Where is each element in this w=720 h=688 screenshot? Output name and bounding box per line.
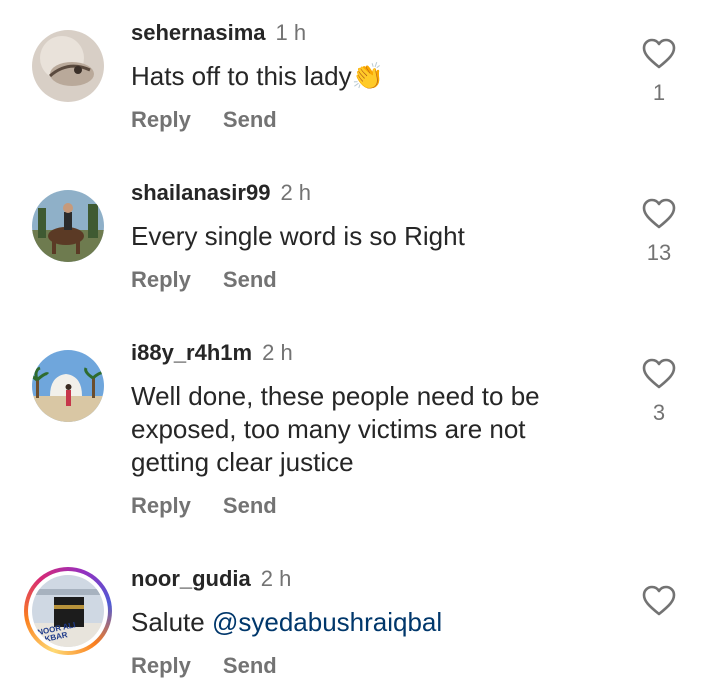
like-count: 1: [652, 80, 666, 105]
heart-icon[interactable]: [642, 198, 676, 230]
send-button[interactable]: Send: [223, 493, 277, 518]
comment-actions: Reply Send: [131, 653, 277, 679]
avatar[interactable]: [32, 190, 104, 262]
avatar-image: [32, 350, 104, 422]
send-button[interactable]: Send: [223, 107, 277, 132]
comment-actions: Reply Send: [131, 267, 277, 293]
avatar: NOOR ALI AKBAR: [32, 575, 104, 647]
comment-actions: Reply Send: [131, 107, 277, 133]
heart-icon[interactable]: [642, 585, 676, 617]
comment-username[interactable]: i88y_r4h1m: [131, 340, 252, 365]
comment-time: 1 h: [275, 20, 307, 45]
comment-text-line: Well done, these people need to be: [131, 381, 540, 411]
comment-meta: noor_gudia 2 h: [131, 566, 291, 592]
heart-icon[interactable]: [642, 38, 676, 70]
like-count: 13: [646, 240, 672, 265]
comment-text-line: exposed, too many victims are not: [131, 414, 526, 444]
heart-icon[interactable]: [642, 358, 676, 390]
comment-username[interactable]: noor_gudia: [131, 566, 251, 591]
like-count: 3: [652, 400, 666, 425]
avatar-image: [32, 30, 104, 102]
avatar[interactable]: [32, 30, 104, 102]
avatar[interactable]: [32, 350, 104, 422]
comment-text: Salute @syedabushraiqbal: [131, 606, 601, 639]
reply-button[interactable]: Reply: [131, 653, 191, 678]
comment-meta: shailanasir99 2 h: [131, 180, 311, 206]
comment-text-line: getting clear justice: [131, 447, 354, 477]
comment-meta: i88y_r4h1m 2 h: [131, 340, 293, 366]
comment-text: Every single word is so Right: [131, 221, 465, 251]
comment-username[interactable]: shailanasir99: [131, 180, 270, 205]
comment-text-body: Hats off to this lady: [131, 61, 352, 91]
comment-text: Well done, these people need to be expos…: [131, 380, 601, 479]
clapping-hands-emoji: 👏: [351, 61, 385, 91]
comment-text: Hats off to this lady👏: [131, 60, 601, 93]
send-button[interactable]: Send: [223, 267, 277, 292]
comment-meta: sehernasima 1 h: [131, 20, 306, 46]
avatar-image: [32, 190, 104, 262]
reply-button[interactable]: Reply: [131, 107, 191, 132]
reply-button[interactable]: Reply: [131, 493, 191, 518]
send-button[interactable]: Send: [223, 653, 277, 678]
comment-username[interactable]: sehernasima: [131, 20, 266, 45]
mention-link[interactable]: @syedabushraiqbal: [212, 607, 442, 637]
comment-time: 2 h: [260, 566, 292, 591]
comment-time: 2 h: [262, 340, 293, 365]
comment-text-body: Salute: [131, 607, 205, 637]
reply-button[interactable]: Reply: [131, 267, 191, 292]
comment-time: 2 h: [280, 180, 312, 205]
comment-actions: Reply Send: [131, 493, 277, 519]
story-ring[interactable]: NOOR ALI AKBAR: [24, 567, 112, 655]
